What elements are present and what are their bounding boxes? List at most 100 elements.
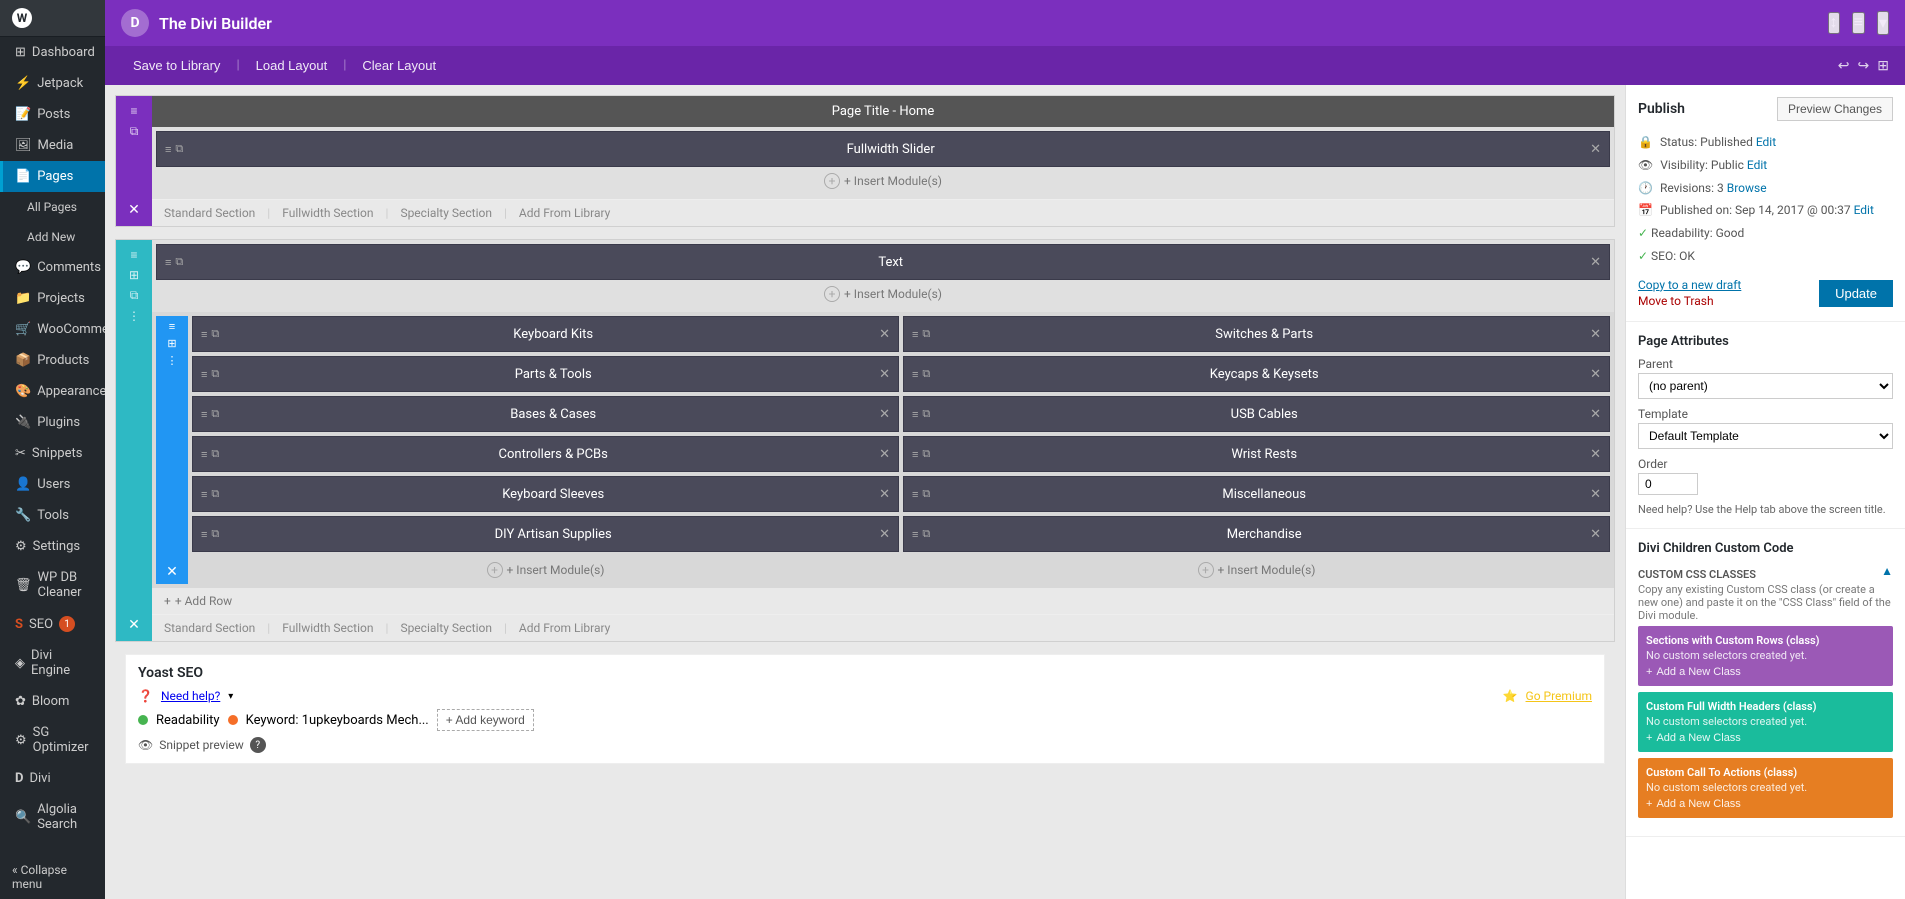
order-input[interactable] xyxy=(1638,473,1698,495)
sidebar-item-wp-db-cleaner[interactable]: 🗑 WP DB Cleaner xyxy=(0,562,105,608)
keyboard-sleeves-close[interactable]: ✕ xyxy=(879,486,890,502)
keyboard-kits-close[interactable]: ✕ xyxy=(879,326,890,342)
sidebar-item-plugins[interactable]: 🔌 Plugins xyxy=(0,407,105,438)
section-2-cols-icon[interactable]: ⋮ xyxy=(128,309,140,323)
save-to-library-button[interactable]: Save to Library xyxy=(121,54,232,77)
controllers-pcbs-close[interactable]: ✕ xyxy=(879,446,890,462)
divi-header-arrows-icon[interactable]: ↕ xyxy=(1828,12,1840,34)
add-keyword-button[interactable]: + Add keyword xyxy=(437,709,534,731)
parent-select[interactable]: (no parent) xyxy=(1638,373,1893,399)
standard-section-link-2[interactable]: Standard Section xyxy=(164,621,255,635)
insert-module-bar-text[interactable]: + + Insert Module(s) xyxy=(156,280,1610,308)
status-edit-link[interactable]: Edit xyxy=(1756,135,1776,149)
sidebar-item-bloom[interactable]: ✿ Bloom xyxy=(0,686,105,717)
controllers-pcbs-module[interactable]: ≡ ⧉ Controllers & PCBs ✕ xyxy=(192,436,899,472)
bases-cases-module[interactable]: ≡ ⧉ Bases & Cases ✕ xyxy=(192,396,899,432)
specialty-section-link-1[interactable]: Specialty Section xyxy=(400,206,492,220)
divi-header-chevron-icon[interactable]: ▾ xyxy=(1877,11,1889,35)
diy-artisan-module[interactable]: ≡ ⧉ DIY Artisan Supplies ✕ xyxy=(192,516,899,552)
wrist-rests-close[interactable]: ✕ xyxy=(1590,446,1601,462)
sidebar-item-jetpack[interactable]: ⚡ Jetpack xyxy=(0,68,105,99)
sidebar-item-divi[interactable]: D Divi xyxy=(0,763,105,794)
specialty-section-link-2[interactable]: Specialty Section xyxy=(400,621,492,635)
preview-changes-button[interactable]: Preview Changes xyxy=(1777,97,1893,121)
section-2-copy-icon[interactable]: ⧉ xyxy=(130,288,139,303)
row-cols-icon[interactable]: ⋮ xyxy=(167,354,178,367)
parts-tools-module[interactable]: ≡ ⧉ Parts & Tools ✕ xyxy=(192,356,899,392)
divi-header-menu-icon[interactable]: ≡ xyxy=(1852,12,1865,34)
diy-artisan-close[interactable]: ✕ xyxy=(879,526,890,542)
custom-css-collapse-icon[interactable]: ▲ xyxy=(1881,564,1893,578)
switches-parts-close[interactable]: ✕ xyxy=(1590,326,1601,342)
help-icon-circle[interactable]: ? xyxy=(250,737,266,753)
sidebar-item-seo[interactable]: S SEO 1 xyxy=(0,608,105,640)
keycaps-keysets-close[interactable]: ✕ xyxy=(1590,366,1601,382)
sidebar-item-divi-engine[interactable]: ◈ Divi Engine xyxy=(0,640,105,686)
undo-button[interactable]: ↩ xyxy=(1838,57,1850,74)
grid-button[interactable]: ⊞ xyxy=(1877,57,1889,74)
standard-section-link-1[interactable]: Standard Section xyxy=(164,206,255,220)
sidebar-item-comments[interactable]: 💬 Comments xyxy=(0,252,105,283)
visibility-edit-link[interactable]: Edit xyxy=(1747,158,1767,172)
wrist-rests-module[interactable]: ≡ ⧉ Wrist Rests ✕ xyxy=(903,436,1610,472)
fullwidth-section-link-1[interactable]: Fullwidth Section xyxy=(282,206,373,220)
section-2-hamburger-icon[interactable]: ≡ xyxy=(130,248,137,262)
cc2-add-button[interactable]: + Add a New Class xyxy=(1646,732,1741,744)
update-button[interactable]: Update xyxy=(1819,280,1893,307)
add-row-bar[interactable]: + + Add Row xyxy=(152,588,1614,614)
sidebar-item-all-pages[interactable]: All Pages xyxy=(0,192,105,222)
clear-layout-button[interactable]: Clear Layout xyxy=(350,54,448,77)
text-module[interactable]: ≡ ⧉ Text ✕ xyxy=(156,244,1610,280)
usb-cables-module[interactable]: ≡ ⧉ USB Cables ✕ xyxy=(903,396,1610,432)
sidebar-item-appearance[interactable]: 🎨 Appearance xyxy=(0,376,105,407)
keyboard-kits-module[interactable]: ≡ ⧉ Keyboard Kits ✕ xyxy=(192,316,899,352)
sidebar-item-posts[interactable]: 📝 Posts xyxy=(0,99,105,130)
sidebar-item-pages[interactable]: 📄 Pages xyxy=(0,161,105,192)
section-2-close-icon[interactable]: ✕ xyxy=(128,617,140,633)
fullwidth-slider-close[interactable]: ✕ xyxy=(1590,141,1601,157)
section-1-close-icon[interactable]: ✕ xyxy=(128,202,140,218)
copy-draft-link[interactable]: Copy to a new draft xyxy=(1638,278,1741,292)
section-2-grid-icon[interactable]: ⊞ xyxy=(129,268,139,282)
sidebar-item-snippets[interactable]: ✂ Snippets xyxy=(0,438,105,469)
published-edit-link[interactable]: Edit xyxy=(1854,203,1874,217)
miscellaneous-close[interactable]: ✕ xyxy=(1590,486,1601,502)
sidebar-item-projects[interactable]: 📁 Projects xyxy=(0,283,105,314)
section-1-copy-icon[interactable]: ⧉ xyxy=(130,124,139,139)
usb-cables-close[interactable]: ✕ xyxy=(1590,406,1601,422)
sidebar-item-sg-optimizer[interactable]: ⚙ SG Optimizer xyxy=(0,717,105,763)
sidebar-item-woocommerce[interactable]: 🛒 WooCommerce xyxy=(0,314,105,345)
sidebar-item-users[interactable]: 👤 Users xyxy=(0,469,105,500)
switches-parts-module[interactable]: ≡ ⧉ Switches & Parts ✕ xyxy=(903,316,1610,352)
sidebar-item-media[interactable]: 🖼 Media xyxy=(0,130,105,161)
row-grid-icon[interactable]: ⊞ xyxy=(167,337,176,350)
keycaps-keysets-module[interactable]: ≡ ⧉ Keycaps & Keysets ✕ xyxy=(903,356,1610,392)
insert-module-bar-left[interactable]: + + Insert Module(s) xyxy=(192,556,899,584)
section-1-hamburger-icon[interactable]: ≡ xyxy=(130,104,137,118)
sidebar-collapse[interactable]: « Collapse menu xyxy=(0,855,105,899)
cc3-add-button[interactable]: + Add a New Class xyxy=(1646,798,1741,810)
bases-cases-close[interactable]: ✕ xyxy=(879,406,890,422)
sidebar-item-products[interactable]: 📦 Products xyxy=(0,345,105,376)
cc1-add-button[interactable]: + Add a New Class xyxy=(1646,666,1741,678)
load-layout-button[interactable]: Load Layout xyxy=(244,54,340,77)
fullwidth-slider-module[interactable]: ≡ ⧉ Fullwidth Slider ✕ xyxy=(156,131,1610,167)
keyboard-sleeves-module[interactable]: ≡ ⧉ Keyboard Sleeves ✕ xyxy=(192,476,899,512)
sidebar-item-tools[interactable]: 🔧 Tools xyxy=(0,500,105,531)
row-hamburger-icon[interactable]: ≡ xyxy=(169,320,175,333)
redo-button[interactable]: ↪ xyxy=(1858,57,1870,74)
merchandise-close[interactable]: ✕ xyxy=(1590,526,1601,542)
template-select[interactable]: Default Template xyxy=(1638,423,1893,449)
insert-module-bar-1[interactable]: + + Insert Module(s) xyxy=(156,167,1610,195)
add-from-library-link-2[interactable]: Add From Library xyxy=(519,621,610,635)
sidebar-item-dashboard[interactable]: ⊞ Dashboard xyxy=(0,37,105,68)
move-trash-link[interactable]: Move to Trash xyxy=(1638,294,1714,308)
add-from-library-link-1[interactable]: Add From Library xyxy=(519,206,610,220)
parts-tools-close[interactable]: ✕ xyxy=(879,366,890,382)
sidebar-item-settings[interactable]: ⚙ Settings xyxy=(0,531,105,562)
yoast-need-help-link[interactable]: Need help? xyxy=(161,689,220,703)
insert-module-bar-right[interactable]: + + Insert Module(s) xyxy=(903,556,1610,584)
miscellaneous-module[interactable]: ≡ ⧉ Miscellaneous ✕ xyxy=(903,476,1610,512)
row-close-icon[interactable]: ✕ xyxy=(166,564,178,580)
merchandise-module[interactable]: ≡ ⧉ Merchandise ✕ xyxy=(903,516,1610,552)
